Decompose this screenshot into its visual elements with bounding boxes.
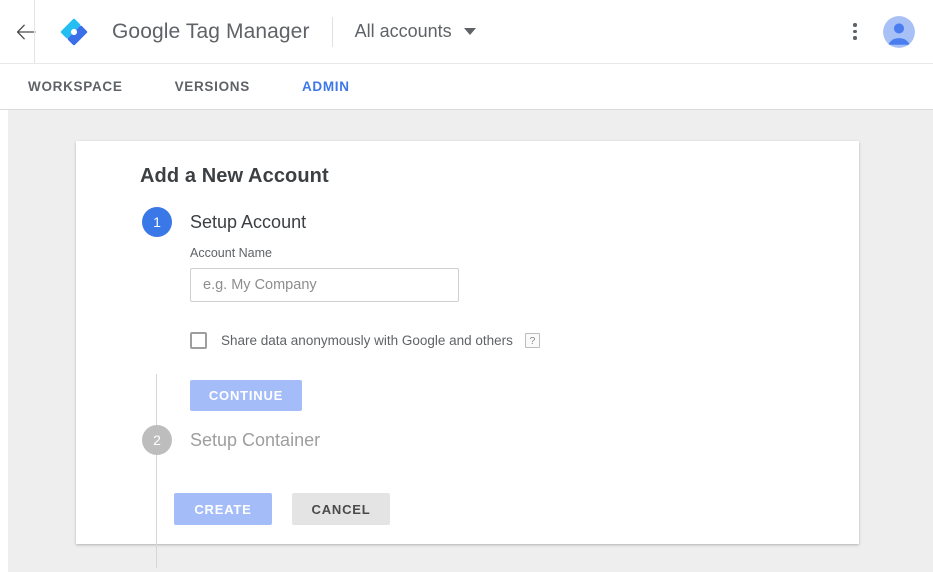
primary-tabs: WORKSPACE VERSIONS ADMIN bbox=[0, 63, 933, 110]
header-divider bbox=[331, 16, 333, 47]
step-setup-container: 2 Setup Container bbox=[142, 425, 320, 455]
step-2-label: Setup Container bbox=[190, 429, 321, 450]
share-data-checkbox[interactable] bbox=[190, 332, 207, 349]
back-button[interactable] bbox=[0, 0, 48, 63]
tab-workspace[interactable]: WORKSPACE bbox=[28, 64, 123, 110]
chevron-down-icon bbox=[463, 28, 476, 35]
left-edge-strip bbox=[0, 110, 8, 572]
arrow-left-icon bbox=[16, 24, 36, 39]
kebab-dot bbox=[853, 29, 857, 34]
tab-versions[interactable]: VERSIONS bbox=[175, 64, 250, 110]
brand-title: Google Tag Manager bbox=[112, 20, 310, 44]
help-icon[interactable]: ? bbox=[524, 333, 540, 348]
step-setup-account: 1 Setup Account bbox=[142, 207, 306, 237]
gtm-admin-page: Google Tag Manager All accounts WORKSPAC… bbox=[0, 0, 933, 572]
header-left-divider bbox=[34, 0, 35, 63]
share-data-row: Share data anonymously with Google and o… bbox=[190, 332, 540, 349]
share-data-label: Share data anonymously with Google and o… bbox=[221, 333, 513, 348]
tab-admin[interactable]: ADMIN bbox=[302, 64, 350, 110]
account-selector-label: All accounts bbox=[354, 21, 452, 41]
header-actions bbox=[841, 15, 933, 49]
account-selector[interactable]: All accounts bbox=[355, 21, 476, 42]
continue-button[interactable]: CONTINUE bbox=[190, 380, 302, 411]
app-header: Google Tag Manager All accounts bbox=[0, 0, 933, 63]
account-name-input[interactable] bbox=[190, 268, 459, 302]
add-account-card: Add a New Account 1 Setup Account Accoun… bbox=[76, 141, 859, 568]
more-options-button[interactable] bbox=[841, 15, 869, 49]
google-tag-manager-logo-icon bbox=[60, 18, 88, 45]
brand-google: Google bbox=[112, 19, 181, 43]
product-logo[interactable] bbox=[52, 0, 96, 63]
setup-account-form: Account Name Share data anonymously with… bbox=[190, 246, 540, 411]
create-button[interactable]: CREATE bbox=[174, 493, 272, 525]
brand-product: Tag Manager bbox=[180, 19, 310, 43]
user-avatar-icon[interactable] bbox=[883, 15, 915, 48]
kebab-dot bbox=[853, 23, 857, 27]
step-1-label: Setup Account bbox=[190, 211, 307, 232]
account-name-label: Account Name bbox=[190, 246, 272, 260]
kebab-dot bbox=[853, 36, 857, 40]
stepper-connector-line bbox=[156, 374, 157, 568]
step-2-badge: 2 bbox=[142, 425, 172, 455]
cancel-button[interactable]: CANCEL bbox=[292, 493, 390, 525]
page-title: Add a New Account bbox=[140, 165, 329, 187]
card-footer-actions: CREATE CANCEL bbox=[174, 493, 390, 525]
step-1-badge: 1 bbox=[142, 207, 172, 237]
